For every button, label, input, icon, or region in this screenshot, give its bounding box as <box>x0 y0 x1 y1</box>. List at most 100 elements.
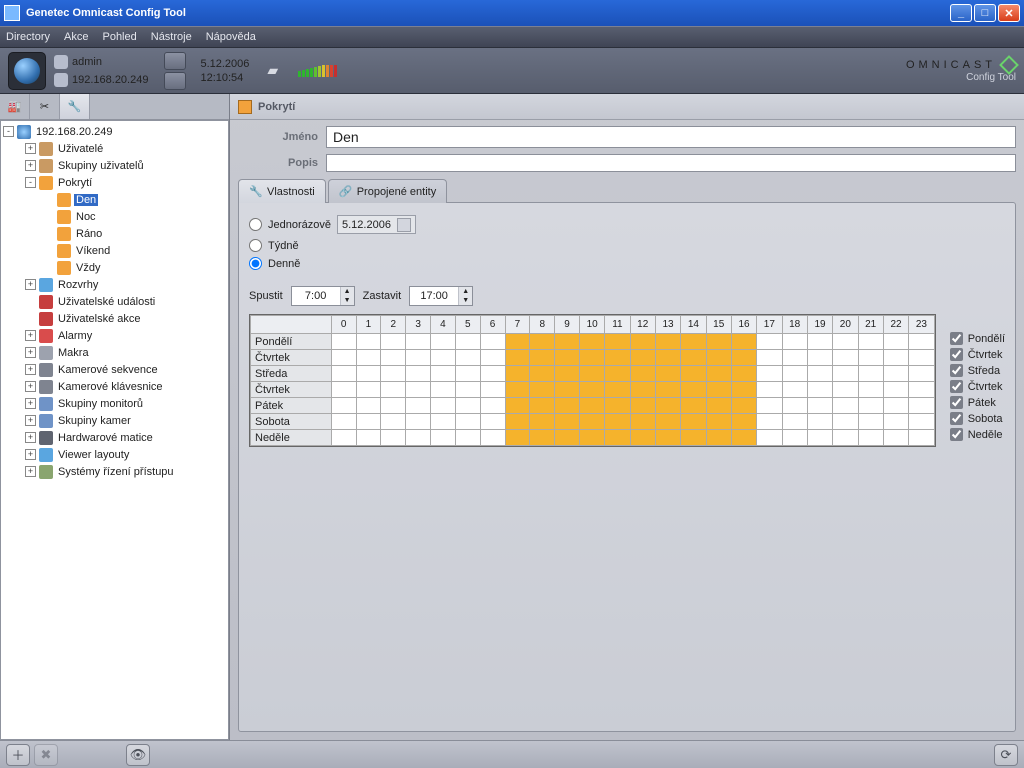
tree-item[interactable]: +Kamerové klávesnice <box>1 378 228 395</box>
schedule-cell[interactable] <box>480 350 505 366</box>
expand-toggle[interactable]: + <box>25 347 36 358</box>
schedule-cell[interactable] <box>579 414 604 430</box>
schedule-cell[interactable] <box>681 350 706 366</box>
schedule-cell[interactable] <box>555 366 580 382</box>
day-checkbox-input[interactable] <box>950 396 963 409</box>
expand-toggle[interactable]: - <box>25 177 36 188</box>
schedule-cell[interactable] <box>555 350 580 366</box>
schedule-cell[interactable] <box>833 366 858 382</box>
schedule-cell[interactable] <box>909 414 935 430</box>
schedule-cell[interactable] <box>630 366 655 382</box>
day-checkbox[interactable]: Sobota <box>950 412 1005 425</box>
schedule-cell[interactable] <box>858 366 883 382</box>
side-tab-2[interactable]: ✂ <box>30 94 60 119</box>
schedule-cell[interactable] <box>505 430 530 446</box>
schedule-cell[interactable] <box>381 430 406 446</box>
schedule-cell[interactable] <box>757 414 782 430</box>
tree-item[interactable]: +Rozvrhy <box>1 276 228 293</box>
schedule-cell[interactable] <box>455 430 480 446</box>
schedule-cell[interactable] <box>331 350 356 366</box>
tree-item[interactable]: Den <box>1 191 228 208</box>
tree-item[interactable]: +Skupiny monitorů <box>1 395 228 412</box>
schedule-cell[interactable] <box>807 350 832 366</box>
schedule-cell[interactable] <box>833 350 858 366</box>
schedule-cell[interactable] <box>356 430 381 446</box>
schedule-cell[interactable] <box>555 334 580 350</box>
schedule-cell[interactable] <box>833 398 858 414</box>
schedule-cell[interactable] <box>480 334 505 350</box>
desc-input[interactable] <box>326 154 1016 172</box>
schedule-cell[interactable] <box>579 398 604 414</box>
schedule-cell[interactable] <box>356 398 381 414</box>
expand-toggle[interactable]: + <box>25 415 36 426</box>
schedule-cell[interactable] <box>356 414 381 430</box>
schedule-cell[interactable] <box>579 334 604 350</box>
schedule-cell[interactable] <box>681 334 706 350</box>
tree-item[interactable]: Ráno <box>1 225 228 242</box>
schedule-cell[interactable] <box>480 366 505 382</box>
schedule-cell[interactable] <box>807 430 832 446</box>
schedule-cell[interactable] <box>883 398 908 414</box>
schedule-cell[interactable] <box>681 414 706 430</box>
schedule-cell[interactable] <box>530 366 555 382</box>
schedule-cell[interactable] <box>356 334 381 350</box>
schedule-cell[interactable] <box>909 334 935 350</box>
schedule-cell[interactable] <box>530 398 555 414</box>
spin-down-icon[interactable]: ▼ <box>459 296 472 305</box>
schedule-cell[interactable] <box>555 398 580 414</box>
schedule-cell[interactable] <box>706 366 731 382</box>
tree-item[interactable]: Noc <box>1 208 228 225</box>
schedule-cell[interactable] <box>883 430 908 446</box>
schedule-cell[interactable] <box>706 350 731 366</box>
schedule-cell[interactable] <box>431 414 456 430</box>
schedule-cell[interactable] <box>858 334 883 350</box>
schedule-cell[interactable] <box>406 398 431 414</box>
schedule-cell[interactable] <box>807 366 832 382</box>
schedule-cell[interactable] <box>381 414 406 430</box>
tree-item[interactable]: +Viewer layouty <box>1 446 228 463</box>
schedule-cell[interactable] <box>681 382 706 398</box>
schedule-cell[interactable] <box>630 414 655 430</box>
schedule-cell[interactable] <box>530 430 555 446</box>
schedule-cell[interactable] <box>455 382 480 398</box>
schedule-cell[interactable] <box>331 334 356 350</box>
radio-once[interactable] <box>249 218 262 231</box>
tree-item[interactable]: -Pokrytí <box>1 174 228 191</box>
schedule-cell[interactable] <box>455 414 480 430</box>
schedule-cell[interactable] <box>757 398 782 414</box>
schedule-cell[interactable] <box>782 334 807 350</box>
day-checkbox-input[interactable] <box>950 428 963 441</box>
toolbar-button-2[interactable] <box>164 72 186 90</box>
expand-toggle[interactable]: + <box>25 449 36 460</box>
schedule-cell[interactable] <box>530 334 555 350</box>
schedule-cell[interactable] <box>406 350 431 366</box>
schedule-cell[interactable] <box>530 382 555 398</box>
schedule-cell[interactable] <box>381 366 406 382</box>
stop-time-spinner[interactable]: ▲▼ <box>409 286 473 306</box>
spin-up-icon[interactable]: ▲ <box>459 287 472 296</box>
tree-item[interactable]: Uživatelské události <box>1 293 228 310</box>
day-checkbox-input[interactable] <box>950 380 963 393</box>
expand-toggle[interactable]: + <box>25 143 36 154</box>
schedule-cell[interactable] <box>757 334 782 350</box>
menu-directory[interactable]: Directory <box>6 31 50 43</box>
tree-item[interactable]: +Systémy řízení přístupu <box>1 463 228 480</box>
schedule-cell[interactable] <box>681 430 706 446</box>
schedule-cell[interactable] <box>807 382 832 398</box>
schedule-cell[interactable] <box>406 382 431 398</box>
stop-time-input[interactable] <box>410 287 458 305</box>
maximize-button[interactable]: □ <box>974 4 996 22</box>
schedule-cell[interactable] <box>883 414 908 430</box>
schedule-cell[interactable] <box>480 382 505 398</box>
schedule-cell[interactable] <box>782 366 807 382</box>
schedule-cell[interactable] <box>731 366 756 382</box>
schedule-cell[interactable] <box>706 430 731 446</box>
expand-toggle[interactable]: + <box>25 432 36 443</box>
schedule-cell[interactable] <box>757 366 782 382</box>
schedule-cell[interactable] <box>655 350 680 366</box>
schedule-cell[interactable] <box>782 350 807 366</box>
schedule-cell[interactable] <box>406 366 431 382</box>
schedule-cell[interactable] <box>505 366 530 382</box>
schedule-cell[interactable] <box>381 334 406 350</box>
tree-item[interactable]: +Alarmy <box>1 327 228 344</box>
